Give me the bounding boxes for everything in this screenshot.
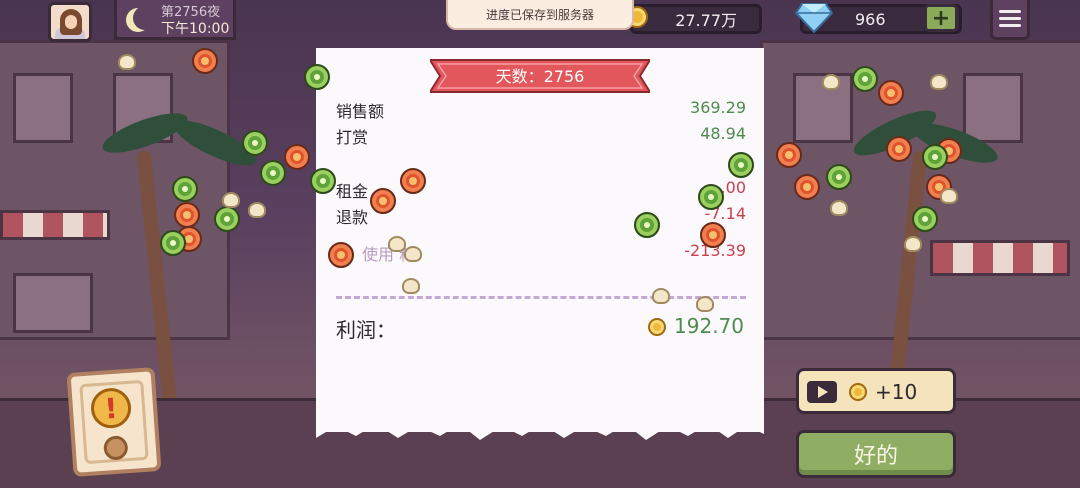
garlic-clove-icon [940, 188, 958, 204]
tomato-slice-icon [284, 144, 310, 170]
tomato-slice-icon [794, 174, 820, 200]
profit-label: 利润： [336, 318, 396, 342]
save-toast: 进度已保存到服务器 [446, 0, 634, 30]
hamburger-icon [999, 10, 1021, 13]
ok-button-label: 好的 [853, 444, 898, 469]
garlic-clove-icon [830, 200, 848, 216]
coin-balance: 27.77万 [630, 4, 762, 34]
tomato-slice-icon [370, 188, 396, 214]
jalapeno-slice-icon [160, 230, 186, 256]
time-label: 下午10:00 [161, 21, 230, 37]
ok-button[interactable]: 好的 [796, 430, 956, 478]
profit-coin-icon [648, 318, 666, 336]
menu-button[interactable] [990, 0, 1030, 40]
garlic-clove-icon [222, 192, 240, 208]
garlic-clove-icon [402, 278, 420, 294]
garlic-clove-icon [904, 236, 922, 252]
garlic-clove-icon [696, 296, 714, 312]
tomato-slice-icon [776, 142, 802, 168]
watch-ad-reward-button[interactable]: +10 [796, 368, 956, 414]
jalapeno-slice-icon [304, 64, 330, 90]
jalapeno-slice-icon [310, 168, 336, 194]
notice-card[interactable]: ! [66, 367, 162, 477]
sales-label: 销售额 [336, 102, 385, 121]
jalapeno-slice-icon [634, 212, 660, 238]
add-gems-button[interactable]: + [924, 4, 958, 32]
sales-value: 369.29 [690, 98, 746, 117]
jalapeno-slice-icon [912, 206, 938, 232]
gem-amount: 966 [855, 9, 886, 29]
jalapeno-slice-icon [922, 144, 948, 170]
garlic-clove-icon [388, 236, 406, 252]
tomato-slice-icon [192, 48, 218, 74]
tomato-slice-icon [174, 202, 200, 228]
tips-label: 打赏 [336, 128, 369, 147]
jalapeno-slice-icon [172, 176, 198, 202]
tomato-slice-icon [878, 80, 904, 106]
ad-reward-label: +10 [875, 380, 918, 404]
video-play-icon [807, 381, 837, 403]
tomato-slice-icon [700, 222, 726, 248]
day-time-panel: 第2756夜 下午10:00 [114, 0, 236, 40]
jalapeno-slice-icon [698, 184, 724, 210]
garlic-clove-icon [652, 288, 670, 304]
jalapeno-slice-icon [242, 130, 268, 156]
receipt-divider [336, 296, 746, 299]
refund-row: 退款 -7.14 [336, 204, 746, 228]
jalapeno-slice-icon [852, 66, 878, 92]
plus-icon: + [931, 5, 951, 31]
sales-row: 销售额 369.29 [336, 98, 746, 122]
player-avatar[interactable] [48, 2, 92, 42]
garlic-clove-icon [930, 74, 948, 90]
tips-value: 48.94 [700, 124, 746, 143]
awning-left [0, 210, 110, 240]
garlic-clove-icon [248, 202, 266, 218]
save-toast-text: 进度已保存到服务器 [485, 7, 594, 22]
profit-value: 192.70 [674, 314, 744, 338]
diamond-icon [794, 3, 834, 34]
tips-row: 打赏 48.94 [336, 124, 746, 148]
tomato-slice-icon [400, 168, 426, 194]
jalapeno-slice-icon [260, 160, 286, 186]
jalapeno-slice-icon [826, 164, 852, 190]
jalapeno-slice-icon [214, 206, 240, 232]
garlic-clove-icon [404, 246, 422, 262]
receipt-torn-edge [316, 420, 764, 440]
rent-label: 租金 [336, 182, 369, 201]
refund-label: 退款 [336, 208, 369, 227]
awning-right [930, 240, 1070, 276]
coin-icon [849, 383, 867, 401]
tomato-slice-icon [328, 242, 354, 268]
jalapeno-slice-icon [728, 152, 754, 178]
receipt-title: 天数：2756 [495, 67, 585, 86]
coin-amount: 27.77万 [675, 11, 737, 30]
garlic-clove-icon [118, 54, 136, 70]
garlic-clove-icon [822, 74, 840, 90]
moon-icon [133, 6, 157, 30]
rent-row: 租金 -.00 [336, 178, 746, 202]
tomato-slice-icon [886, 136, 912, 162]
